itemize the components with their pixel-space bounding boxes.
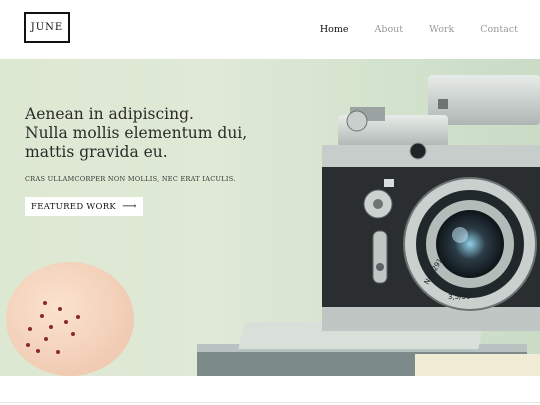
headline-line-2: Nulla mollis elementum dui, xyxy=(25,124,248,142)
site-logo[interactable]: JUNE xyxy=(24,12,70,43)
page: JUNE Home About Work Contact N≗529187 3,… xyxy=(0,0,540,405)
headline-line-3: mattis gravida eu. xyxy=(25,143,168,161)
telephone-illustration xyxy=(6,262,134,376)
hero-subline: CRAS ULLAMCORPER NON MOLLIS, NEC ERAT IA… xyxy=(25,175,236,183)
featured-work-button[interactable]: FEATURED WORK ⟶ xyxy=(25,197,143,216)
camera-illustration: N≗529187 3,5/50 xyxy=(322,75,540,331)
headline-line-1: Aenean in adipiscing. xyxy=(25,105,194,123)
divider xyxy=(0,402,540,403)
nav-item-home[interactable]: Home xyxy=(320,24,349,35)
nav-item-work[interactable]: Work xyxy=(429,24,454,35)
nav-item-about[interactable]: About xyxy=(375,24,404,35)
svg-text:3,5/50: 3,5/50 xyxy=(448,293,470,301)
arrow-right-icon: ⟶ xyxy=(122,201,137,212)
main-nav: Home About Work Contact xyxy=(320,24,518,35)
nav-item-contact[interactable]: Contact xyxy=(480,24,518,35)
hero-banner: N≗529187 3,5/50 Aenean in adipiscing. Nu… xyxy=(0,59,540,376)
below-hero-section xyxy=(0,376,540,405)
hero-headline: Aenean in adipiscing. Nulla mollis eleme… xyxy=(25,105,285,162)
featured-work-label: FEATURED WORK xyxy=(31,201,117,212)
site-header: JUNE Home About Work Contact xyxy=(0,0,540,59)
